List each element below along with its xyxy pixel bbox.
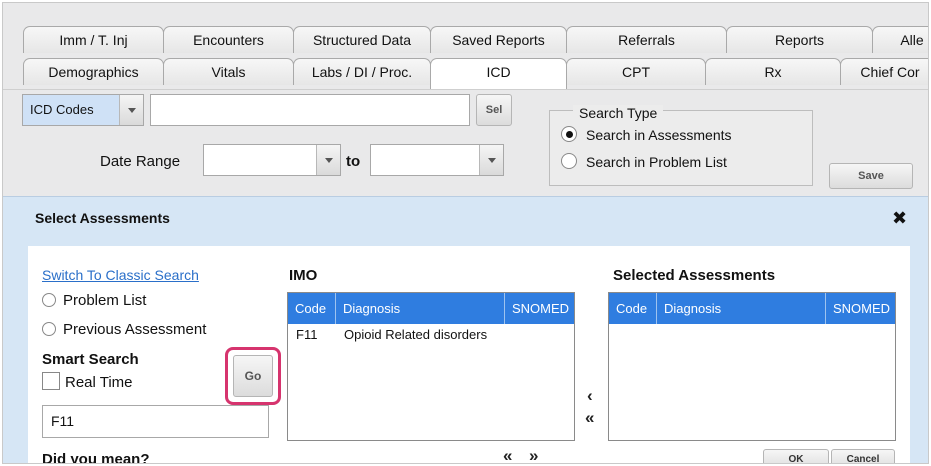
col-code[interactable]: Code xyxy=(288,293,336,324)
col-diagnosis[interactable]: Diagnosis xyxy=(657,293,826,324)
move-left-icon[interactable]: ‹ xyxy=(587,386,593,406)
modal-title: Select Assessments xyxy=(35,210,170,226)
selected-grid: Code Diagnosis SNOMED xyxy=(608,292,896,441)
search-problem-list-label: Search in Problem List xyxy=(586,154,727,170)
col-snomed[interactable]: SNOMED xyxy=(826,293,896,324)
page-next-icon[interactable]: » xyxy=(529,446,538,463)
to-label: to xyxy=(346,153,361,170)
ok-button[interactable]: OK xyxy=(763,449,829,463)
tab-row-2: Demographics Vitals Labs / DI / Proc. IC… xyxy=(23,58,928,89)
tab-row-1: Imm / T. Inj Encounters Structured Data … xyxy=(23,26,928,53)
page-prev-icon[interactable]: « xyxy=(503,446,512,463)
icd-search-input[interactable] xyxy=(150,94,470,126)
imo-grid: Code Diagnosis SNOMED F11 Opioid Related… xyxy=(287,292,575,441)
date-range-label: Date Range xyxy=(100,153,181,170)
tab-structured-data[interactable]: Structured Data xyxy=(293,26,431,53)
row-code: F11 xyxy=(296,327,318,342)
close-icon[interactable]: ✖ xyxy=(892,208,907,229)
problem-list-label: Problem List xyxy=(63,292,147,309)
tab-reports[interactable]: Reports xyxy=(726,26,873,53)
date-from-select[interactable] xyxy=(203,144,341,176)
tab-rx[interactable]: Rx xyxy=(705,58,841,85)
selected-grid-header: Code Diagnosis SNOMED xyxy=(609,293,895,324)
tab-alle[interactable]: Alle xyxy=(872,26,928,53)
chevron-down-icon[interactable] xyxy=(316,145,340,175)
smart-search-input[interactable]: F11 xyxy=(42,405,269,438)
search-type-legend: Search Type xyxy=(573,105,664,121)
col-code[interactable]: Code xyxy=(609,293,657,324)
tab-referrals[interactable]: Referrals xyxy=(566,26,727,53)
radio-search-assessments[interactable] xyxy=(561,126,577,142)
cancel-button[interactable]: Cancel xyxy=(831,449,895,463)
tab-saved-reports[interactable]: Saved Reports xyxy=(430,26,567,53)
radio-search-problem-list[interactable] xyxy=(561,153,577,169)
tab-cpt[interactable]: CPT xyxy=(566,58,706,85)
row-diagnosis: Opioid Related disorders xyxy=(344,327,488,342)
real-time-label: Real Time xyxy=(65,374,133,391)
imo-grid-header: Code Diagnosis SNOMED xyxy=(288,293,574,324)
sel-button[interactable]: Sel xyxy=(476,94,512,126)
go-button[interactable]: Go xyxy=(233,355,273,397)
smart-search-label: Smart Search xyxy=(42,351,139,368)
search-assessments-label: Search in Assessments xyxy=(586,127,732,143)
selected-assessments-title: Selected Assessments xyxy=(613,267,776,284)
save-button[interactable]: Save xyxy=(829,163,913,189)
date-to-select[interactable] xyxy=(370,144,504,176)
search-type-group xyxy=(549,110,813,186)
tab-icd[interactable]: ICD xyxy=(430,58,567,89)
col-diagnosis[interactable]: Diagnosis xyxy=(336,293,505,324)
switch-classic-search-link[interactable]: Switch To Classic Search xyxy=(42,267,199,283)
imo-title: IMO xyxy=(289,267,318,284)
chevron-down-icon[interactable] xyxy=(119,95,143,125)
real-time-checkbox[interactable] xyxy=(42,372,60,390)
previous-assessment-label: Previous Assessment xyxy=(63,321,207,338)
tab-encounters[interactable]: Encounters xyxy=(163,26,294,53)
app-frame: Imm / T. Inj Encounters Structured Data … xyxy=(2,2,929,464)
tab-labs-di-proc[interactable]: Labs / DI / Proc. xyxy=(293,58,431,85)
code-type-value: ICD Codes xyxy=(30,102,94,117)
code-type-select[interactable]: ICD Codes xyxy=(22,94,144,126)
tab-chief-complaint[interactable]: Chief Cor xyxy=(840,58,928,85)
tab-imm-t-inj[interactable]: Imm / T. Inj xyxy=(23,26,164,53)
move-all-left-icon[interactable]: « xyxy=(585,408,594,428)
col-snomed[interactable]: SNOMED xyxy=(505,293,575,324)
tab-vitals[interactable]: Vitals xyxy=(163,58,294,85)
tab-demographics[interactable]: Demographics xyxy=(23,58,164,85)
radio-previous-assessment[interactable] xyxy=(42,322,56,336)
radio-problem-list[interactable] xyxy=(42,293,56,307)
did-you-mean-label: Did you mean? xyxy=(42,451,150,464)
table-row[interactable]: F11 Opioid Related disorders xyxy=(288,324,574,346)
chevron-down-icon[interactable] xyxy=(479,145,503,175)
